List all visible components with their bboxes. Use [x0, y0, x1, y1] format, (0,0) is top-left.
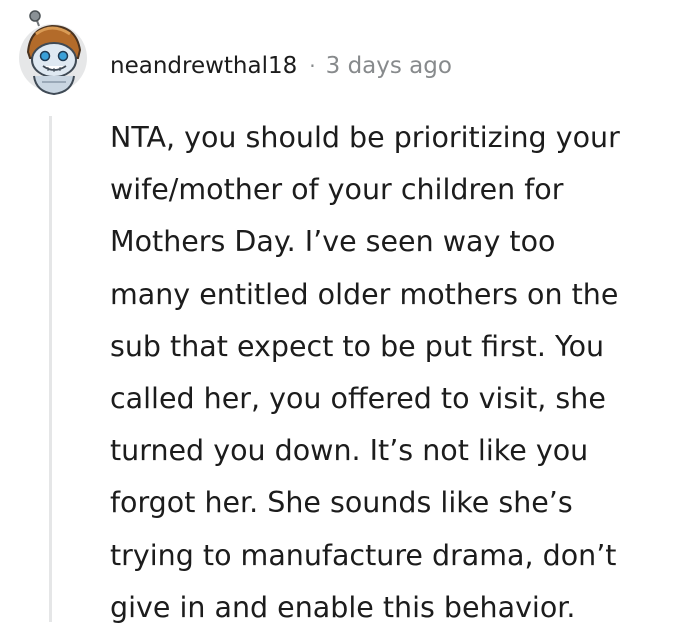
username-link[interactable]: neandrewthal18	[110, 46, 297, 86]
comment-body-line: trying to manufacture drama, don’t	[110, 538, 617, 572]
comment-timestamp[interactable]: 3 days ago	[326, 46, 452, 86]
comment-body-line: many entitled older mothers on the	[110, 277, 619, 311]
comment-body-line: called her, you offered to visit, she	[110, 382, 606, 416]
comment-meta: neandrewthal18 · 3 days ago	[110, 46, 452, 86]
comment-body: NTA, you should be prioritizing your wif…	[110, 112, 692, 634]
comment-body-line: forgot her. She sounds like she’s	[110, 486, 573, 520]
meta-separator: ·	[309, 54, 316, 78]
comment-body-line: wife/mother of your children for	[110, 173, 564, 207]
comment-body-line: Mothers Day. I’ve seen way too	[110, 225, 556, 259]
comment-body-line: sub that expect to be put first. You	[110, 329, 605, 363]
user-avatar[interactable]	[14, 8, 96, 100]
comment-body-line: give in and enable this behavior.	[110, 590, 576, 624]
comment-body-line: NTA, you should be prioritizing your	[110, 121, 620, 154]
snoo-avatar-icon	[19, 10, 87, 96]
comment: neandrewthal18 · 3 days ago NTA, you sho…	[0, 0, 700, 628]
thread-collapse-line[interactable]	[49, 116, 52, 622]
comment-body-line: turned you down. It’s not like you	[110, 434, 589, 468]
